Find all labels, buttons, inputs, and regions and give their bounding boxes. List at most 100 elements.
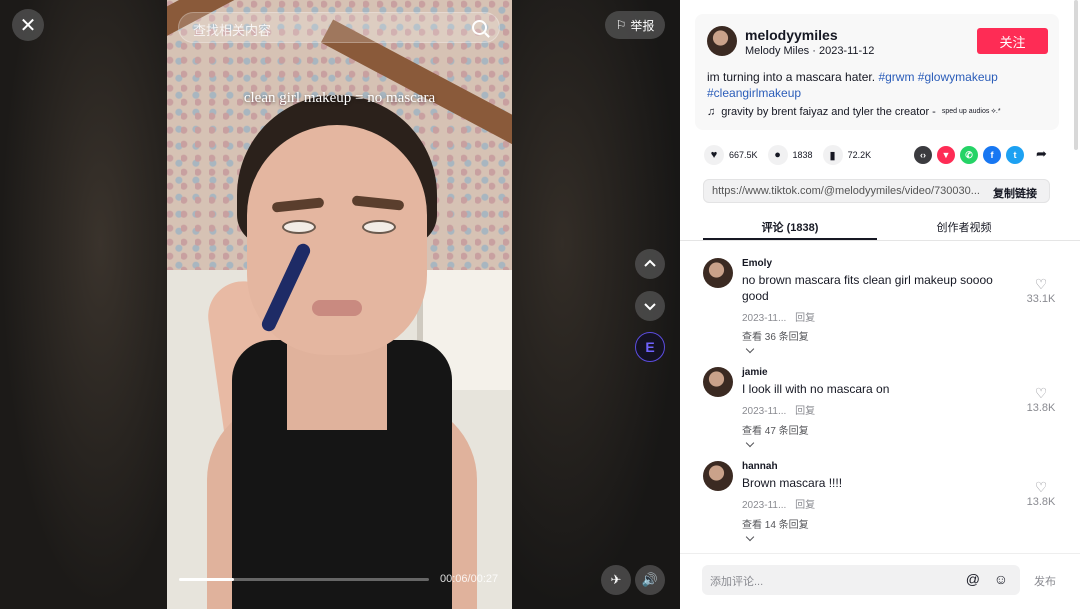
commenter-name[interactable]: hannah [742, 461, 778, 472]
view-replies-label: 查看 36 条回复 [742, 332, 809, 343]
chevron-down-icon [745, 532, 755, 542]
video-caption-overlay: clean girl makeup = no mascara [243, 90, 436, 106]
commenter-name[interactable]: Emoly [742, 258, 772, 269]
comment-meta: 2023-11... 回复 [742, 402, 815, 417]
like-count: 667.5K [729, 150, 758, 160]
heart-outline-icon: ♡ [1034, 479, 1048, 495]
view-replies-button[interactable]: 查看 36 条回复 [742, 328, 809, 354]
video-progress-fill [179, 578, 234, 581]
send-to-friends-icon[interactable]: ▼ [937, 146, 955, 164]
view-replies-button[interactable]: 查看 47 条回复 [742, 422, 809, 448]
music-title: gravity by brent faiyaz and tyler the cr… [721, 106, 936, 118]
comment-date: 2023-11... [742, 406, 787, 417]
comment-item: hannah Brown mascara !!!! 2023-11... 回复 … [703, 461, 1063, 542]
comment-text: no brown mascara fits clean girl makeup … [742, 273, 993, 303]
search-icon[interactable] [472, 20, 487, 35]
comment-like-button[interactable]: ♡ 33.1K [1023, 276, 1059, 305]
comment-date: 2023-11... [742, 313, 787, 324]
commenter-avatar[interactable] [703, 461, 733, 491]
comment-like-count: 13.8K [1026, 402, 1056, 414]
flag-icon: ⚐ [615, 18, 627, 32]
extension-logo-icon: E [645, 339, 655, 355]
reply-button[interactable]: 回复 [795, 406, 815, 417]
volume-button[interactable]: 🔊 [635, 565, 665, 595]
video-progress-bar[interactable] [179, 578, 429, 581]
blurred-background-left [0, 0, 167, 609]
next-video-button[interactable] [635, 291, 665, 321]
author-username[interactable]: melodyymiles [745, 27, 838, 43]
tab-creator-videos[interactable]: 创作者视频 [877, 219, 1051, 235]
tab-divider [680, 240, 1080, 241]
emoji-icon[interactable]: ☺ [994, 571, 1008, 587]
author-meta: Melody Miles · 2023-11-12 [745, 45, 875, 57]
pip-icon: ✈ [610, 572, 622, 587]
chevron-down-icon [644, 303, 656, 311]
mention-icon[interactable]: @ [966, 571, 980, 587]
commenter-name[interactable]: jamie [742, 367, 768, 378]
music-suffix: sped up audios ⟡.* [941, 108, 1001, 115]
reply-button[interactable]: 回复 [795, 313, 815, 324]
follow-button[interactable]: 关注 [977, 28, 1048, 54]
view-replies-label: 查看 47 条回复 [742, 426, 809, 437]
panel-scrollbar[interactable] [1074, 0, 1078, 150]
previous-video-button[interactable] [635, 249, 665, 279]
comment-input[interactable]: 添加评论... @ ☺ [702, 565, 1020, 595]
comment-input-placeholder: 添加评论... [710, 576, 764, 588]
view-replies-button[interactable]: 查看 14 条回复 [742, 516, 809, 542]
search-input[interactable]: 查找相关内容 [178, 12, 500, 43]
post-comment-button[interactable]: 发布 [1034, 573, 1056, 589]
facebook-icon[interactable]: f [983, 146, 1001, 164]
comment-like-button[interactable]: ♡ 13.8K [1023, 479, 1059, 508]
report-label: 举报 [630, 18, 655, 33]
heart-outline-icon: ♡ [1034, 276, 1048, 292]
details-panel: melodyymiles Melody Miles · 2023-11-12 关… [680, 0, 1080, 609]
share-buttons: ‹› ▼ ✆ f t [914, 146, 1024, 164]
twitter-icon[interactable]: t [1006, 146, 1024, 164]
music-link[interactable]: ♫ gravity by brent faiyaz and tyler the … [707, 106, 1001, 118]
video-time: 00:06/00:27 [440, 573, 499, 585]
author-card: melodyymiles Melody Miles · 2023-11-12 关… [695, 14, 1059, 130]
music-note-icon: ♫ [707, 106, 716, 118]
heart-icon: ♥ [704, 145, 724, 165]
save-button[interactable]: ▮ 72.2K [822, 145, 872, 165]
view-replies-label: 查看 14 条回复 [742, 520, 809, 531]
whatsapp-icon[interactable]: ✆ [960, 146, 978, 164]
embed-icon[interactable]: ‹› [914, 146, 932, 164]
hashtag-link[interactable]: #grwm [878, 70, 914, 84]
commenter-avatar[interactable] [703, 258, 733, 288]
save-count: 72.2K [847, 150, 872, 160]
comment-like-button[interactable]: ♡ 13.8K [1023, 385, 1059, 414]
comment-meta: 2023-11... 回复 [742, 496, 815, 511]
reply-button[interactable]: 回复 [795, 500, 815, 511]
author-avatar[interactable] [707, 26, 737, 56]
comment-text: I look ill with no mascara on [742, 382, 890, 396]
floating-player-button[interactable]: ✈ [601, 565, 631, 595]
comment-button[interactable]: ● 1838 [767, 145, 813, 165]
comment-bubble-icon: ● [767, 145, 788, 165]
engagement-stats: ♥ 667.5K ● 1838 ▮ 72.2K [704, 145, 881, 165]
hashtag-link[interactable]: #cleangirlmakeup [707, 86, 801, 100]
comment-meta: 2023-11... 回复 [742, 309, 815, 324]
chevron-down-icon [745, 438, 755, 448]
extension-button[interactable]: E [635, 332, 665, 362]
comment-count: 1838 [792, 150, 813, 160]
comment-item: Emoly no brown mascara fits clean girl m… [703, 258, 1063, 354]
tab-comments[interactable]: 评论 (1838) [703, 219, 877, 235]
close-button[interactable]: ✕ [12, 9, 44, 41]
like-button[interactable]: ♥ 667.5K [704, 145, 758, 165]
volume-icon: 🔊 [641, 572, 659, 587]
video-link-field[interactable]: https://www.tiktok.com/@melodyymiles/vid… [703, 179, 1050, 203]
comment-composer: 添加评论... @ ☺ 发布 [680, 553, 1080, 609]
heart-outline-icon: ♡ [1034, 385, 1048, 401]
description-text: im turning into a mascara hater. [707, 70, 876, 84]
share-arrow-icon[interactable]: ➦ [1036, 146, 1047, 162]
report-button[interactable]: ⚐ 举报 [605, 11, 665, 39]
comment-like-count: 33.1K [1026, 293, 1056, 305]
bookmark-icon: ▮ [822, 145, 843, 165]
hashtag-link[interactable]: #glowymakeup [918, 70, 998, 84]
search-placeholder: 查找相关内容 [193, 23, 272, 38]
copy-link-button[interactable]: 复制链接 [985, 185, 1037, 201]
commenter-avatar[interactable] [703, 367, 733, 397]
video-description: im turning into a mascara hater. #grwm #… [707, 69, 1047, 101]
comment-text: Brown mascara !!!! [742, 476, 843, 490]
